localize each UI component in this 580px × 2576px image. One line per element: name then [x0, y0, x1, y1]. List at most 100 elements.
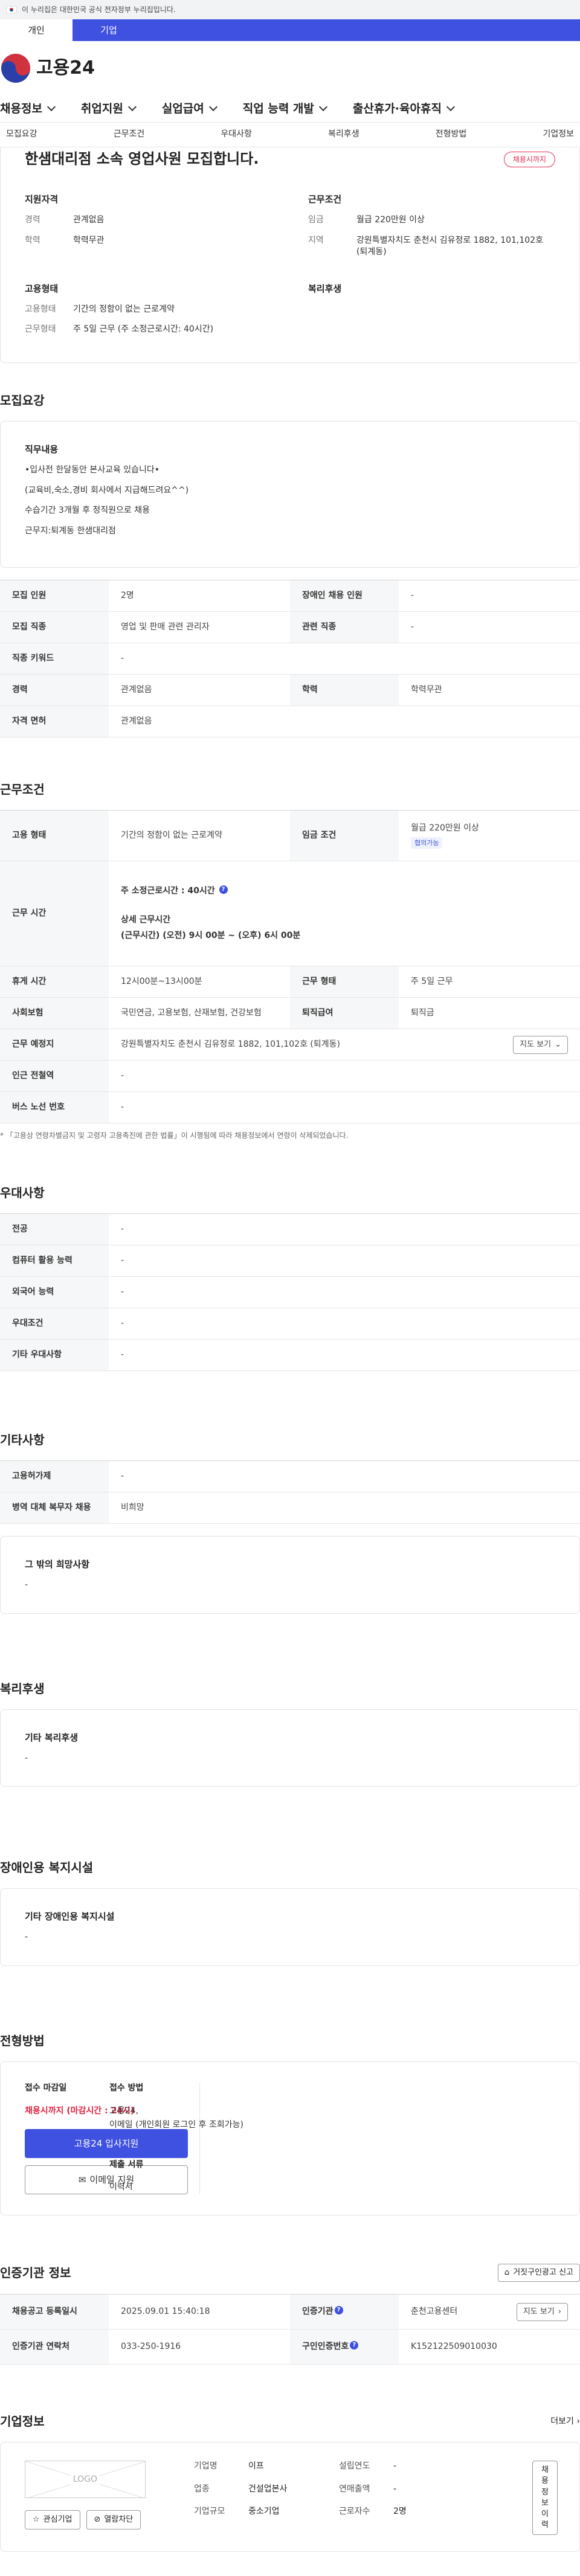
table-header: 병역 대체 복무자 채용: [0, 1492, 109, 1524]
table-header: 우대조건: [0, 1308, 109, 1340]
nav-label: 채용정보: [0, 101, 42, 115]
nav-job-info[interactable]: 채용정보: [0, 101, 56, 117]
table-row: 고용 형태 기간의 정함이 없는 근로계약 임금 조건 월급 220만원 이상 …: [0, 810, 580, 861]
table-header: 임금 조건: [290, 810, 399, 861]
box-value: -: [25, 1932, 28, 1942]
job-title: 한샘대리점 소속 영업사원 모집합니다.: [25, 150, 259, 168]
anchor-preference[interactable]: 우대사항: [221, 129, 252, 141]
block-view-button[interactable]: ⊘ 열람차단: [86, 2510, 141, 2530]
table-header: 고용허가제: [0, 1460, 109, 1492]
info-label: 연매출액: [339, 2484, 370, 2494]
anchor-welfare[interactable]: 복리후생: [328, 129, 359, 141]
weekly-hours: 주 소정근로시간 : 40시간: [121, 886, 215, 896]
tab-personal[interactable]: 개인: [0, 19, 72, 41]
chevron-down-icon: ⌄: [555, 1039, 561, 1049]
box-value: -: [25, 1580, 28, 1590]
table-header: 학력: [290, 674, 399, 706]
table-cell: -: [121, 654, 124, 664]
table-row: 외국어 능력 -: [0, 1276, 580, 1308]
map-view-button[interactable]: 지도 보기 ⌄: [513, 1035, 568, 1054]
table-row: 기타 우대사항 -: [0, 1339, 580, 1371]
table-header: 인증기관 연락처: [0, 2329, 109, 2365]
table-header: 모집 인원: [0, 580, 109, 612]
method-label: 접수 방법: [109, 2083, 144, 2093]
nav-parental-leave[interactable]: 출산휴가·육아휴직: [353, 101, 456, 117]
table-cell: -: [121, 1255, 124, 1265]
chevron-down-icon: [47, 102, 56, 112]
job-history-button[interactable]: 채용정보 이력: [532, 2461, 558, 2536]
section-title-conditions: 근무조건: [0, 782, 45, 797]
chevron-down-icon: [208, 102, 218, 112]
table-header: 근무 형태: [290, 966, 399, 998]
mail-icon: ✉: [78, 2174, 86, 2185]
info-icon[interactable]: ?: [334, 2306, 343, 2314]
table-row: 모집 인원 2명 장애인 채용 인원 -: [0, 580, 580, 612]
info-value: 건설업본사: [248, 2484, 288, 2494]
nav-unemployment-benefit[interactable]: 실업급여: [162, 101, 218, 117]
table-header: 사회보험: [0, 997, 109, 1029]
report-fake-ad-button[interactable]: ⌂ 거짓구인광고 신고: [497, 2264, 580, 2282]
summary-heading: 복리후생: [308, 283, 342, 294]
table-cell: 학력무관: [411, 685, 442, 695]
site-logo[interactable]: 고용24: [0, 53, 95, 84]
table-cell: -: [411, 622, 414, 632]
section-title-cert: 인증기관 정보: [0, 2266, 71, 2281]
duty-line: (교육비,숙소,경비 회사에서 지급해드려요^^): [25, 485, 189, 495]
cert-table: 채용공고 등록일시 2025.09.01 15:40:18 인증기관? 춘천고용…: [0, 2294, 580, 2365]
table-cell: 춘천고용센터 지도 보기 ›: [399, 2295, 580, 2330]
table-cell: -: [121, 1318, 124, 1328]
table-header: 컴퓨터 활용 능력: [0, 1245, 109, 1277]
info-icon[interactable]: ?: [350, 2341, 359, 2350]
nav-job-skills[interactable]: 직업 능력 개발: [242, 101, 327, 117]
nav-employment-support[interactable]: 취업지원: [81, 101, 137, 117]
table-row: 근무 예정지 강원특별자치도 춘천시 김유정로 1882, 101,102호 (…: [0, 1029, 580, 1061]
company-more-link[interactable]: 더보기 ›: [550, 2416, 580, 2428]
table-header: 휴게 시간: [0, 966, 109, 998]
table-cell: 033-250-1916: [121, 2342, 181, 2351]
hours-detail-title: 상세 근무시간: [121, 915, 171, 925]
section-title-selection: 전형방법: [0, 2033, 45, 2048]
summary-employ: 고용형태 고용형태 기간의 정함이 없는 근로계약 근무형태 주 5일 근무 (주 …: [25, 283, 272, 344]
cert-map-button[interactable]: 지도 보기 ›: [516, 2302, 568, 2321]
table-row: 자격 면허 관계없음: [0, 705, 580, 737]
summary-welfare: 복리후생: [308, 283, 555, 344]
kv-value: 강원특별자치도 춘천시 김유정로 1882, 101,102호 (퇴계동): [356, 235, 543, 257]
button-label: 열람차단: [104, 2515, 134, 2525]
deadline-badge: 채용시까지: [503, 151, 555, 168]
table-cell: K152122509010030: [411, 2342, 497, 2351]
info-value: 중소기업: [248, 2507, 280, 2517]
chevron-down-icon: [127, 102, 137, 112]
home-alert-icon: ⌂: [504, 2268, 510, 2278]
table-cell: 주 5일 근무: [411, 977, 453, 987]
kv-label: 학력: [25, 235, 40, 245]
table-header: 채용공고 등록일시: [0, 2294, 109, 2330]
info-label: 설립연도: [339, 2461, 370, 2472]
table-cell: 관계없음: [121, 685, 152, 695]
anchor-conditions[interactable]: 근무조건: [114, 129, 145, 141]
anchor-selection[interactable]: 전형방법: [436, 129, 467, 141]
table-header: 장애인 채용 인원: [290, 580, 399, 612]
chevron-right-icon: ›: [558, 2307, 561, 2316]
table-cell: 2명: [121, 591, 134, 601]
table-row: 경력 관계없음 학력 학력무관: [0, 674, 580, 706]
table-cell: 월급 220만원 이상 협의가능: [399, 811, 580, 861]
preference-table: 전공 - 컴퓨터 활용 능력 - 외국어 능력 - 우대조건 - 기타 우대사항 -: [0, 1213, 580, 1371]
nav-label: 직업 능력 개발: [242, 101, 314, 115]
anchor-company[interactable]: 기업정보: [543, 129, 574, 141]
gov-banner: 이 누리집은 대한민국 공식 전자정부 누리집입니다.: [0, 0, 580, 19]
table-cell: 관계없음: [121, 716, 152, 727]
method-line: 이메일 (개인회원 로그인 후 조회가능): [109, 2120, 243, 2130]
company-logo-area: LOGO ☆ 관심기업 ⊘ 열람차단: [25, 2461, 146, 2533]
info-icon[interactable]: ?: [219, 885, 228, 895]
info-label: 기업규모: [194, 2507, 225, 2517]
kv-label: 임금: [308, 215, 324, 225]
table-cell: -: [121, 1224, 124, 1234]
table-row: 채용공고 등록일시 2025.09.01 15:40:18 인증기관? 춘천고용…: [0, 2294, 580, 2330]
tab-company[interactable]: 기업: [72, 19, 145, 41]
info-value: -: [393, 2484, 397, 2494]
anchor-recruit[interactable]: 모집요강: [6, 129, 37, 141]
selection-box: 접수 마감일 채용시까지 (마감시간 : 24시) 고용24 입사지원 ✉ 이메…: [0, 2061, 580, 2216]
table-header: 기타 우대사항: [0, 1339, 109, 1371]
header-label: 구인인증번호: [302, 2342, 349, 2351]
interest-company-button[interactable]: ☆ 관심기업: [25, 2510, 80, 2530]
